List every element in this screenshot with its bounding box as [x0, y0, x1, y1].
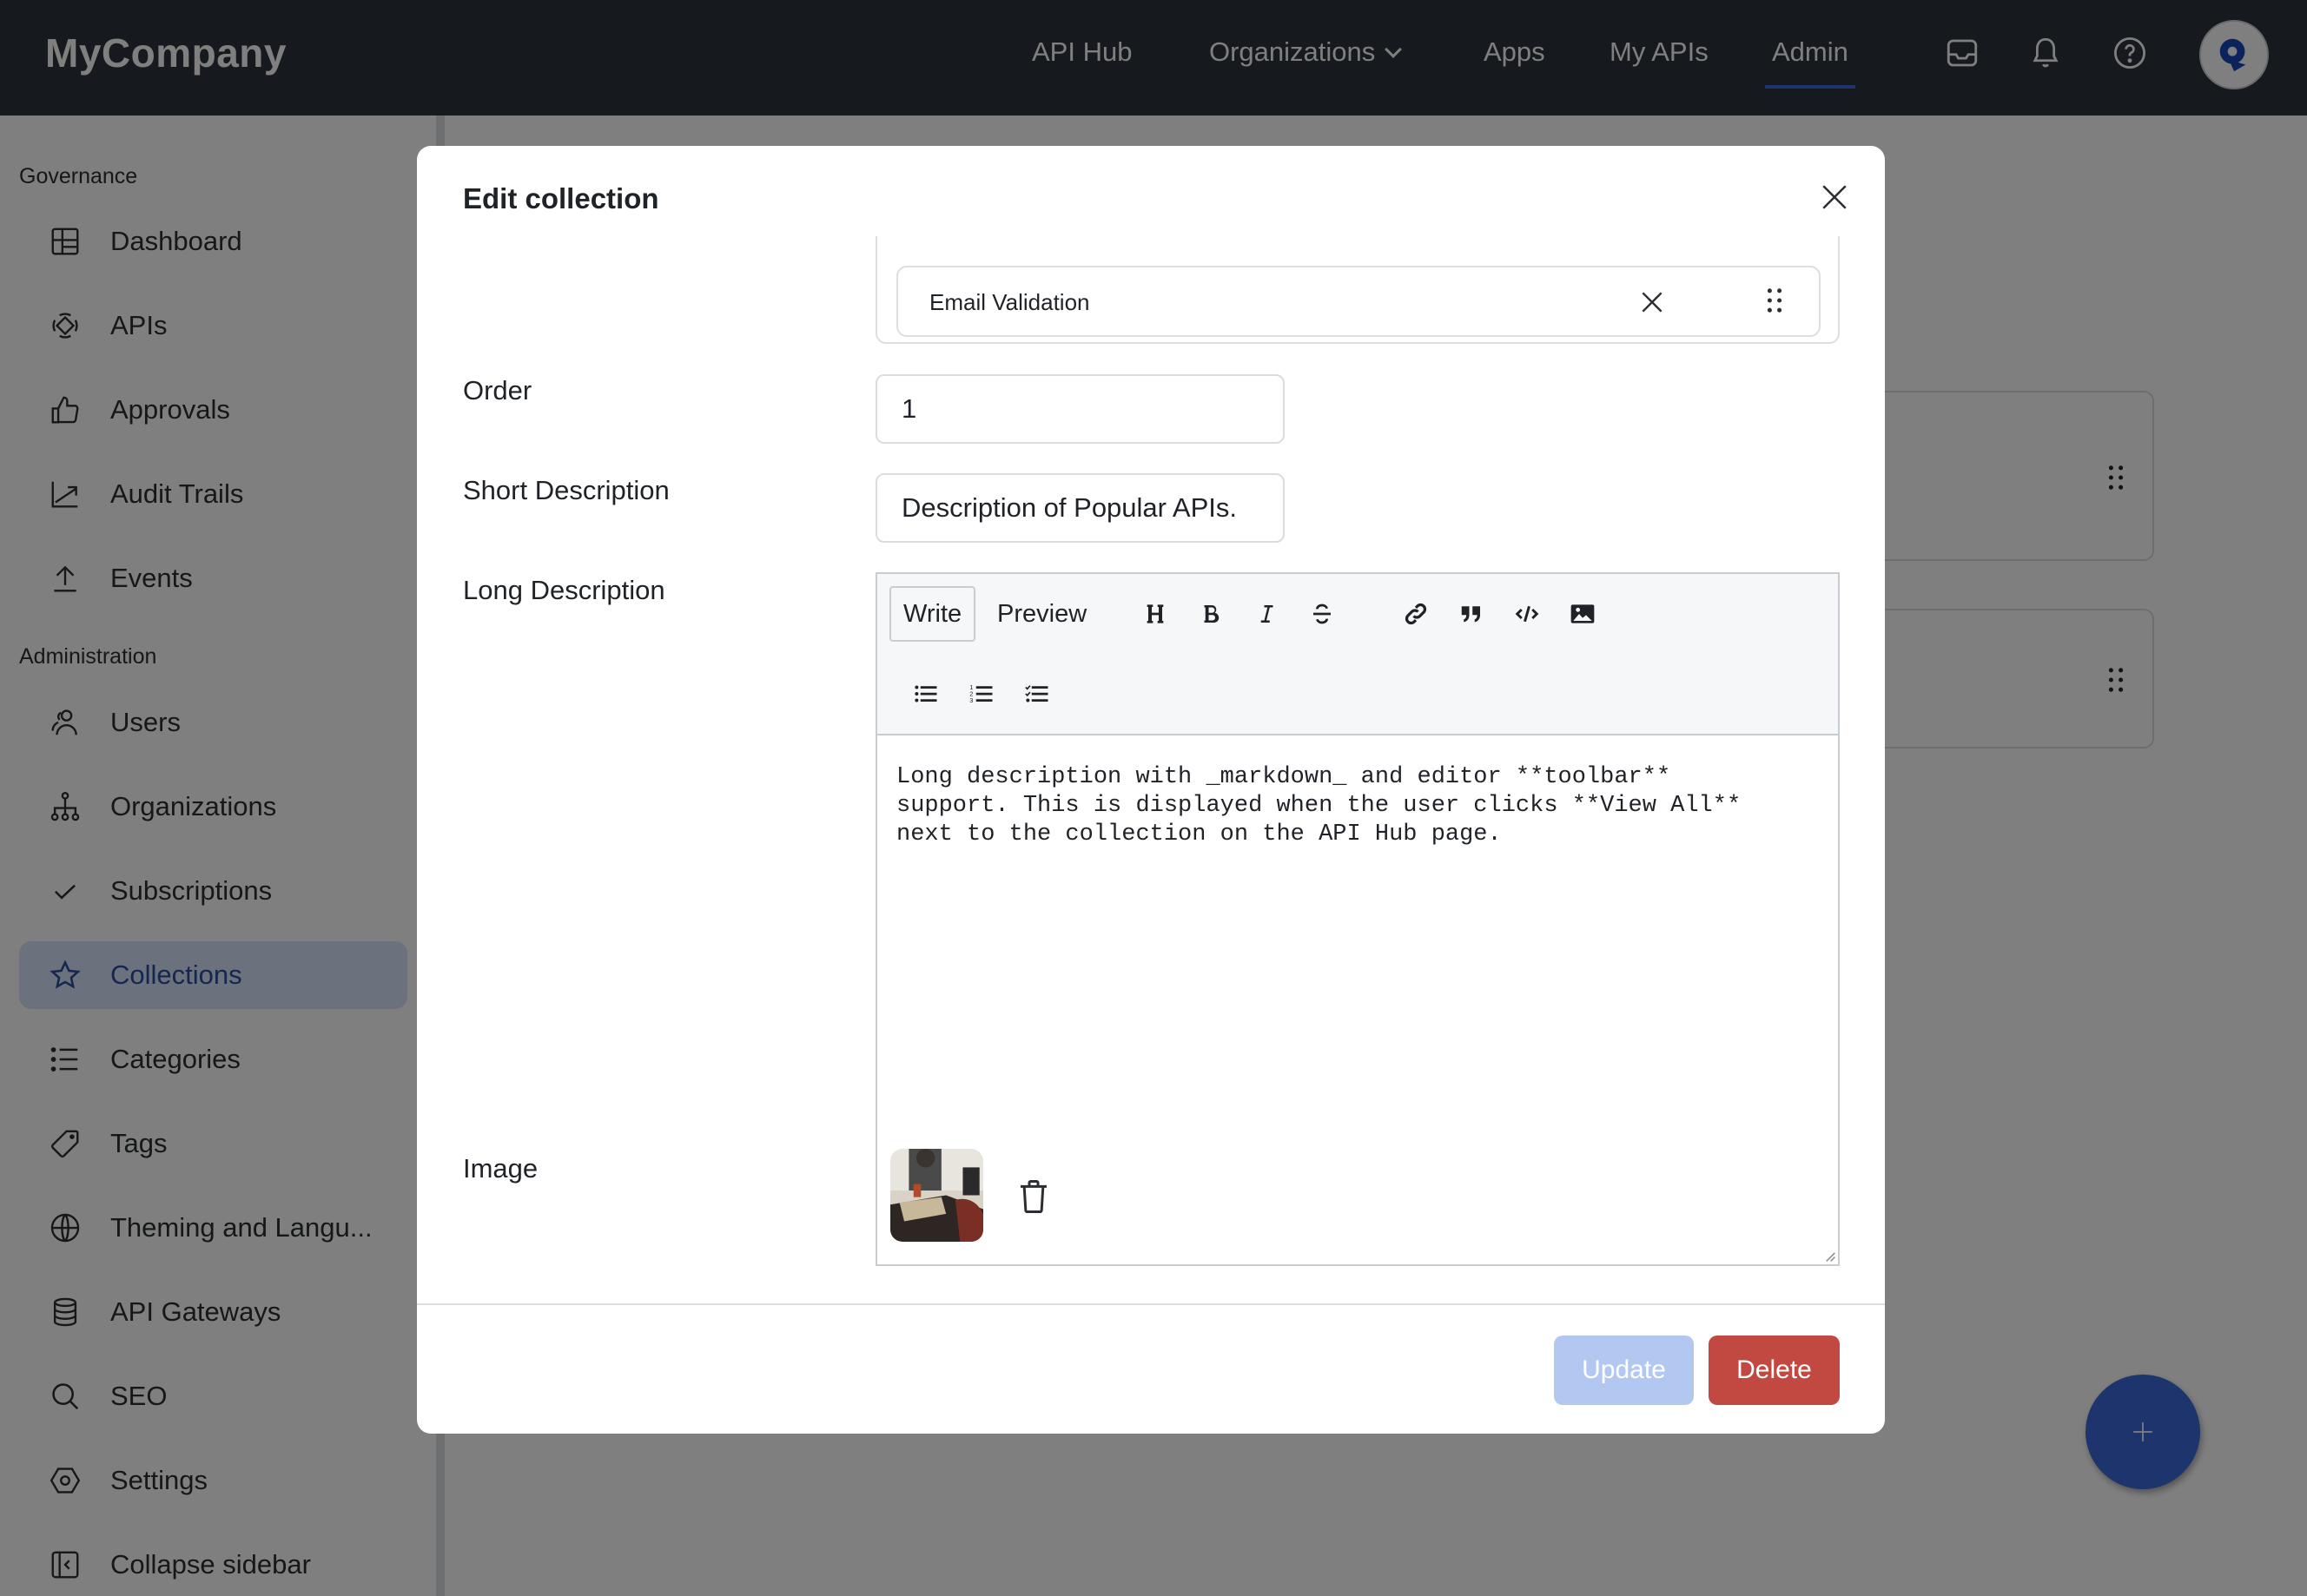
svg-text:3: 3 [969, 696, 973, 704]
modal-footer-divider [417, 1303, 1885, 1305]
unordered-list-icon [915, 685, 937, 702]
markdown-editor: Write Preview 123 Long description with … [876, 572, 1840, 1266]
unordered-list-button[interactable] [909, 676, 943, 711]
strikethrough-button[interactable] [1305, 597, 1339, 631]
long-description-label: Long Description [463, 575, 665, 605]
trash-icon[interactable] [1016, 1177, 1051, 1216]
tab-preview[interactable]: Preview [985, 586, 1099, 642]
italic-button[interactable] [1249, 597, 1284, 631]
update-button[interactable]: Update [1554, 1335, 1694, 1405]
bold-icon [1204, 605, 1220, 623]
task-list-icon [1025, 685, 1048, 702]
code-button[interactable] [1510, 597, 1544, 631]
ordered-list-icon: 123 [969, 683, 993, 704]
quote-button[interactable] [1454, 597, 1489, 631]
list-item[interactable]: Email Validation [896, 266, 1821, 337]
collection-image-thumbnail [890, 1149, 983, 1242]
delete-button[interactable]: Delete [1709, 1335, 1840, 1405]
heading-button[interactable] [1138, 597, 1173, 631]
strikethrough-icon [1313, 603, 1331, 624]
ordered-list-button[interactable]: 123 [964, 676, 999, 711]
api-name: Email Validation [929, 289, 1090, 315]
drag-handle-icon[interactable] [1767, 288, 1782, 313]
image-label: Image [463, 1153, 539, 1184]
image-button[interactable] [1565, 597, 1600, 631]
short-description-input[interactable]: Description of Popular APIs. [876, 473, 1285, 543]
resize-handle-icon[interactable] [1822, 1249, 1836, 1263]
order-label: Order [463, 375, 532, 406]
heading-icon [1147, 604, 1164, 623]
link-button[interactable] [1398, 597, 1433, 631]
order-input[interactable]: 1 [876, 374, 1285, 444]
tab-write[interactable]: Write [889, 586, 976, 642]
image-icon [1570, 604, 1595, 623]
task-list-button[interactable] [1020, 676, 1054, 711]
italic-icon [1260, 605, 1273, 623]
link-icon [1405, 603, 1427, 625]
modal-title: Edit collection [463, 182, 659, 214]
edit-collection-modal: Edit collection Email Validation Order 1… [417, 146, 1885, 1434]
close-icon[interactable] [1820, 182, 1849, 212]
remove-icon[interactable] [1638, 288, 1666, 316]
long-description-textarea[interactable]: Long description with _markdown_ and edi… [896, 763, 1826, 849]
bold-button[interactable] [1193, 597, 1228, 631]
markdown-toolbar: Write Preview 123 [877, 574, 1838, 735]
code-icon [1515, 605, 1539, 623]
apis-sortable-list: Email Validation [876, 236, 1840, 344]
short-description-label: Short Description [463, 475, 670, 505]
quote-icon [1461, 606, 1480, 623]
